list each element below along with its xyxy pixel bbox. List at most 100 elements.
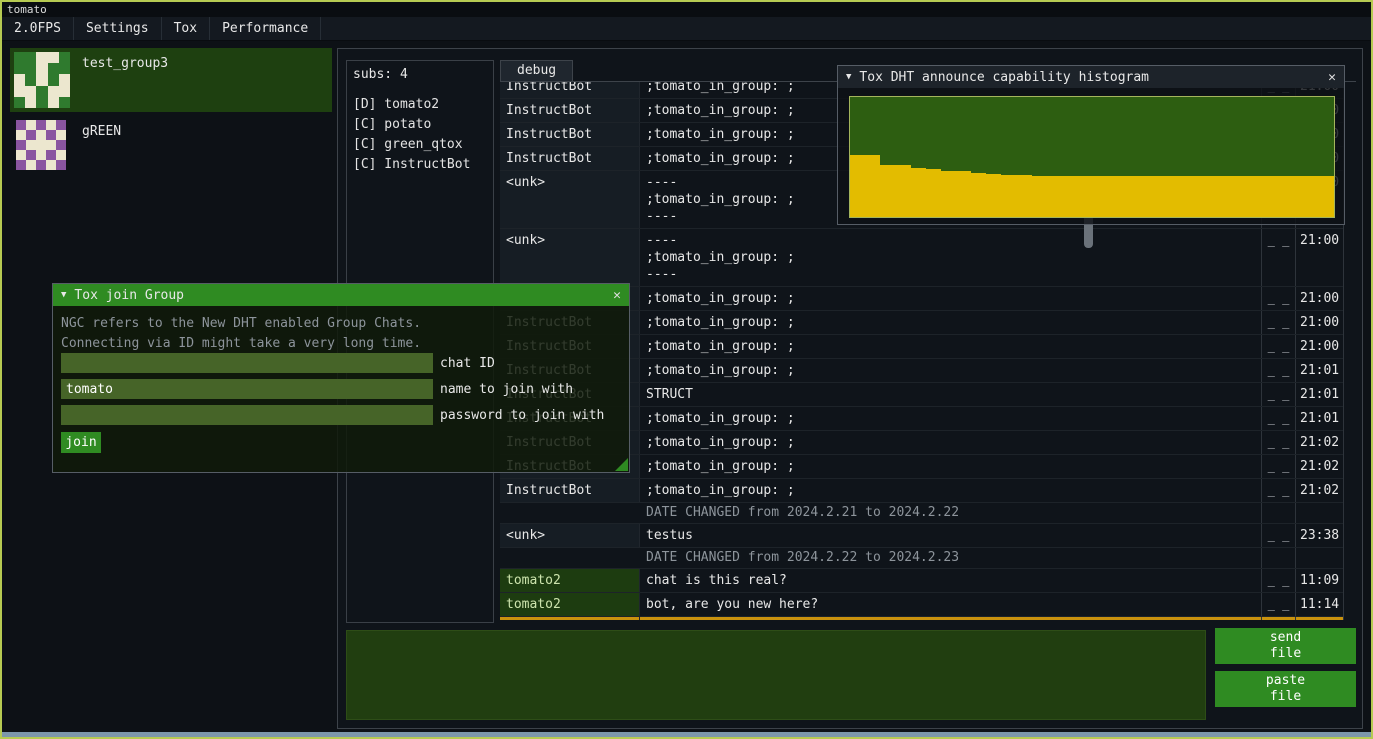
app-window: tomato 2.0FPS SettingsToxPerformance tes… (0, 0, 1373, 739)
message-status: _ _ (1261, 359, 1295, 382)
send-file-button[interactable]: send file (1215, 628, 1356, 664)
message-text: bot, are you new here? (640, 593, 1261, 616)
join-group-window: ▼ Tox join Group ✕ NGC refers to the New… (52, 283, 630, 473)
message-input[interactable] (346, 630, 1206, 720)
histogram-bar (1122, 176, 1137, 217)
message-status: _ _ (1261, 569, 1295, 592)
message-text: STRUCT (640, 383, 1261, 406)
histogram-bar (1274, 176, 1289, 217)
histogram-bar (1153, 176, 1168, 217)
member-item[interactable]: [C] InstructBot (353, 155, 487, 175)
member-item[interactable]: [C] potato (353, 115, 487, 135)
message-time (1295, 503, 1343, 523)
menu-items: SettingsToxPerformance (74, 17, 321, 40)
tab-debug[interactable]: debug (500, 60, 573, 81)
message-status (1261, 503, 1295, 523)
join-button[interactable]: join (61, 432, 101, 453)
histogram-bar (1304, 176, 1319, 217)
histogram-bar (1289, 176, 1304, 217)
message-sender: InstructBot (500, 82, 640, 98)
message-sender: InstructBot (500, 123, 640, 146)
join-name-input[interactable] (61, 379, 433, 399)
message-status: _ _ (1261, 593, 1295, 616)
message-status (1261, 548, 1295, 568)
message-status: _ _ (1261, 229, 1295, 286)
histogram-bar (1243, 176, 1258, 217)
message-sender: <unk> (500, 171, 640, 228)
message-text: ;tomato_in_group: ; (640, 359, 1261, 382)
message-sender: InstructBot (500, 617, 640, 620)
message-sender: <unk> (500, 524, 640, 547)
resize-grip[interactable] (615, 458, 628, 471)
message-row: DATE CHANGED from 2024.2.22 to 2024.2.23 (500, 548, 1343, 569)
histogram-bar (1183, 176, 1198, 217)
join-desc-line2: Connecting via ID might take a very long… (53, 334, 629, 354)
histogram-bar (1077, 176, 1092, 217)
message-text: DATE CHANGED from 2024.2.22 to 2024.2.23 (640, 548, 1261, 568)
join-password-input[interactable] (61, 405, 433, 425)
member-item[interactable]: [D] tomato2 (353, 95, 487, 115)
message-status: _ _ (1261, 431, 1295, 454)
collapse-arrow-icon[interactable]: ▼ (846, 72, 851, 82)
histogram-bar (926, 169, 941, 217)
histogram-bar (880, 165, 895, 217)
message-sender: InstructBot (500, 147, 640, 170)
histogram-bar (1001, 175, 1016, 217)
histogram-bar (1047, 176, 1062, 217)
group-avatar (14, 52, 70, 108)
message-status: _ _ (1261, 383, 1295, 406)
message-status: _ _ (1261, 524, 1295, 547)
message-time: 11:14 (1295, 593, 1343, 616)
roster-item-test-group3[interactable]: test_group3 (10, 48, 332, 112)
message-text: ;tomato_in_group: ; (640, 455, 1261, 478)
histogram-bar (1168, 176, 1183, 217)
menu-bar: 2.0FPS SettingsToxPerformance (2, 17, 1371, 41)
window-title: tomato (2, 2, 1371, 17)
message-text: ;tomato_in_group: ; (640, 479, 1261, 502)
histogram-window-title: Tox DHT announce capability histogram (859, 70, 1149, 85)
join-group-titlebar: ▼ Tox join Group ✕ (53, 284, 629, 306)
message-row: InstructBot;tomato_in_group: ;_ _21:02 (500, 479, 1343, 503)
histogram-bar (1213, 176, 1228, 217)
message-time: 21:00 (1295, 311, 1343, 334)
message-time: 21:02 (1295, 455, 1343, 478)
collapse-arrow-icon[interactable]: ▼ (61, 290, 66, 300)
message-status: _ _ (1261, 407, 1295, 430)
message-row: DATE CHANGED from 2024.2.21 to 2024.2.22 (500, 503, 1343, 524)
histogram-bar (941, 171, 956, 217)
paste-file-button[interactable]: paste file (1215, 671, 1356, 707)
message-text: ;tomato_in_group: ; (640, 311, 1261, 334)
message-time: 21:00 (1295, 335, 1343, 358)
message-sender: InstructBot (500, 99, 640, 122)
histogram-window: ▼ Tox DHT announce capability histogram … (837, 65, 1345, 225)
message-status: _ _ (1261, 311, 1295, 334)
message-row: tomato2chat is this real?_ _11:09 (500, 569, 1343, 593)
message-time: 23:38 (1295, 524, 1343, 547)
message-sender: tomato2 (500, 569, 640, 592)
histogram-bar (1032, 176, 1047, 217)
menu-item-settings[interactable]: Settings (74, 17, 162, 40)
chat-id-input[interactable] (61, 353, 433, 373)
message-status: _ _ (1261, 335, 1295, 358)
message-time: 21:01 (1295, 383, 1343, 406)
roster-item-green[interactable]: gREEN (10, 116, 332, 176)
message-time: 21:01 (1295, 407, 1343, 430)
join-password-row: password to join with (61, 405, 604, 425)
member-item[interactable]: [C] green_qtox (353, 135, 487, 155)
histogram-bar (865, 155, 880, 217)
histogram-bar (1137, 176, 1152, 217)
close-icon[interactable]: ✕ (613, 288, 621, 303)
menu-item-performance[interactable]: Performance (210, 17, 321, 40)
join-group-title: Tox join Group (74, 288, 184, 303)
message-row: InstructBotNo, I've been in this group f… (500, 617, 1343, 620)
message-text: ----;tomato_in_group: ;---- (640, 229, 1261, 286)
close-icon[interactable]: ✕ (1328, 70, 1336, 85)
menu-item-tox[interactable]: Tox (162, 17, 210, 40)
message-sender: InstructBot (500, 479, 640, 502)
message-row: tomato2bot, are you new here?_ _11:14 (500, 593, 1343, 617)
histogram-bar (1198, 176, 1213, 217)
fps-counter: 2.0FPS (2, 17, 74, 40)
histogram-bar (1319, 176, 1334, 217)
message-text: chat is this real? (640, 569, 1261, 592)
histogram-bar (1107, 176, 1122, 217)
